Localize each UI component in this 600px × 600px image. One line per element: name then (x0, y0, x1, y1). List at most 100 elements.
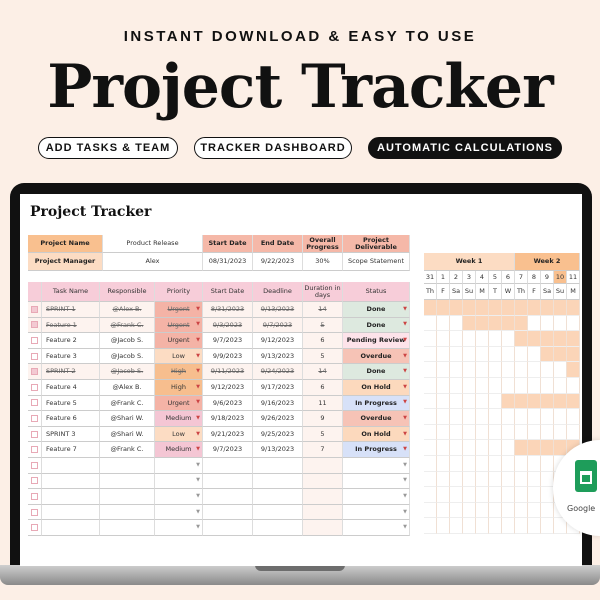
status-dropdown[interactable]: Overdue ▼ (343, 348, 410, 365)
task-start-date[interactable]: 9/7/2023 (203, 333, 253, 349)
status-dropdown[interactable]: On Hold ▼ (343, 380, 410, 396)
task-checkbox[interactable] (28, 317, 42, 334)
task-responsible-empty[interactable] (100, 458, 155, 474)
task-checkbox[interactable] (28, 489, 42, 505)
task-deadline-empty[interactable] (253, 473, 303, 490)
task-checkbox[interactable] (28, 473, 42, 490)
priority-dropdown-empty[interactable]: ▼ (155, 489, 203, 505)
checkbox-icon[interactable] (31, 352, 38, 360)
checkbox-icon[interactable] (31, 336, 38, 344)
task-deadline[interactable]: 9/24/2023 (253, 364, 303, 380)
task-deadline[interactable]: 9/13/2023 (253, 302, 303, 318)
task-name[interactable]: SPRINT 2 (42, 364, 100, 380)
task-checkbox[interactable] (28, 458, 42, 474)
checkbox-icon[interactable] (31, 477, 38, 485)
task-responsible[interactable]: @Alex B. (100, 302, 155, 318)
checkbox-icon[interactable] (31, 383, 38, 391)
task-name[interactable]: Feature 1 (42, 317, 100, 334)
progress-value[interactable]: 30% (303, 253, 343, 271)
task-responsible-empty[interactable] (100, 473, 155, 490)
task-name[interactable]: Feature 6 (42, 411, 100, 427)
priority-dropdown[interactable]: Low ▼ (155, 426, 203, 443)
dropdown-arrow-icon[interactable]: ▼ (403, 447, 407, 452)
checkbox-icon[interactable] (31, 446, 38, 454)
status-dropdown[interactable]: In Progress ▼ (343, 395, 410, 412)
dropdown-arrow-icon[interactable]: ▼ (196, 369, 200, 374)
task-deadline-empty[interactable] (253, 504, 303, 521)
task-checkbox[interactable] (28, 395, 42, 412)
task-deadline[interactable]: 9/25/2023 (253, 426, 303, 443)
dropdown-arrow-icon[interactable]: ▼ (196, 400, 200, 405)
checkbox-icon[interactable] (31, 414, 38, 422)
manager-value[interactable]: Alex (103, 253, 203, 271)
dropdown-arrow-icon[interactable]: ▼ (196, 306, 200, 312)
task-checkbox[interactable] (28, 333, 42, 349)
task-deadline[interactable]: 9/7/2023 (253, 317, 303, 334)
task-start-date[interactable]: 9/18/2023 (203, 411, 253, 427)
status-dropdown[interactable]: In Progress ▼ (343, 442, 410, 458)
priority-dropdown[interactable]: Medium ▼ (155, 411, 203, 427)
task-start-empty[interactable] (203, 489, 253, 505)
checkbox-icon[interactable] (31, 461, 38, 469)
task-name[interactable]: Feature 3 (42, 348, 100, 365)
checkbox-icon[interactable] (31, 399, 38, 407)
checkbox-icon[interactable] (31, 305, 38, 313)
dropdown-arrow-icon[interactable]: ▼ (196, 462, 200, 468)
priority-dropdown-empty[interactable]: ▼ (155, 473, 203, 490)
status-dropdown-empty[interactable]: ▼ (343, 458, 410, 474)
task-start-empty[interactable] (203, 520, 253, 536)
task-deadline[interactable]: 9/12/2023 (253, 333, 303, 349)
dropdown-arrow-icon[interactable]: ▼ (403, 478, 407, 483)
task-start-empty[interactable] (203, 458, 253, 474)
task-start-date[interactable]: 8/31/2023 (203, 302, 253, 318)
checkbox-icon[interactable] (31, 430, 38, 438)
dropdown-arrow-icon[interactable]: ▼ (196, 384, 200, 390)
status-dropdown-empty[interactable]: ▼ (343, 473, 410, 490)
checkbox-icon[interactable] (31, 368, 38, 376)
task-name[interactable]: Feature 5 (42, 395, 100, 412)
task-name[interactable]: Feature 2 (42, 333, 100, 349)
task-start-empty[interactable] (203, 504, 253, 521)
task-checkbox[interactable] (28, 302, 42, 318)
priority-dropdown[interactable]: High ▼ (155, 380, 203, 396)
project-start-value[interactable]: 08/31/2023 (203, 253, 253, 271)
priority-dropdown[interactable]: High ▼ (155, 364, 203, 380)
task-checkbox[interactable] (28, 348, 42, 365)
checkbox-icon[interactable] (31, 321, 38, 329)
task-start-date[interactable]: 9/9/2023 (203, 348, 253, 365)
priority-dropdown[interactable]: Urgent ▼ (155, 395, 203, 412)
dropdown-arrow-icon[interactable]: ▼ (403, 431, 407, 437)
priority-dropdown[interactable]: Urgent ▼ (155, 333, 203, 349)
checkbox-icon[interactable] (31, 508, 38, 516)
task-checkbox[interactable] (28, 426, 42, 443)
task-start-date[interactable]: 9/6/2023 (203, 395, 253, 412)
priority-dropdown-empty[interactable]: ▼ (155, 458, 203, 474)
task-responsible[interactable]: @Jacob S. (100, 333, 155, 349)
task-name-empty[interactable] (42, 473, 100, 490)
task-responsible-empty[interactable] (100, 489, 155, 505)
status-dropdown-empty[interactable]: ▼ (343, 504, 410, 521)
task-start-date[interactable]: 9/21/2023 (203, 426, 253, 443)
priority-dropdown[interactable]: Medium ▼ (155, 442, 203, 458)
dropdown-arrow-icon[interactable]: ▼ (403, 306, 407, 312)
task-deadline[interactable]: 9/26/2023 (253, 411, 303, 427)
task-start-date[interactable]: 9/7/2023 (203, 442, 253, 458)
dropdown-arrow-icon[interactable]: ▼ (196, 431, 200, 437)
task-responsible[interactable]: @Jacob S. (100, 348, 155, 365)
priority-dropdown[interactable]: Low ▼ (155, 348, 203, 365)
project-name-value[interactable]: Product Release (103, 235, 203, 253)
status-dropdown[interactable]: Pending Review ▼ (343, 333, 410, 349)
task-deadline-empty[interactable] (253, 458, 303, 474)
dropdown-arrow-icon[interactable]: ▼ (403, 384, 407, 390)
task-start-date[interactable]: 9/12/2023 (203, 380, 253, 396)
dropdown-arrow-icon[interactable]: ▼ (196, 337, 200, 343)
task-deadline[interactable]: 9/13/2023 (253, 442, 303, 458)
dropdown-arrow-icon[interactable]: ▼ (403, 369, 407, 374)
deliverable-value[interactable]: Scope Statement (343, 253, 410, 271)
checkbox-icon[interactable] (31, 492, 38, 500)
dropdown-arrow-icon[interactable]: ▼ (196, 493, 200, 499)
task-checkbox[interactable] (28, 411, 42, 427)
dropdown-arrow-icon[interactable]: ▼ (196, 478, 200, 483)
dropdown-arrow-icon[interactable]: ▼ (196, 525, 200, 530)
task-checkbox[interactable] (28, 380, 42, 396)
